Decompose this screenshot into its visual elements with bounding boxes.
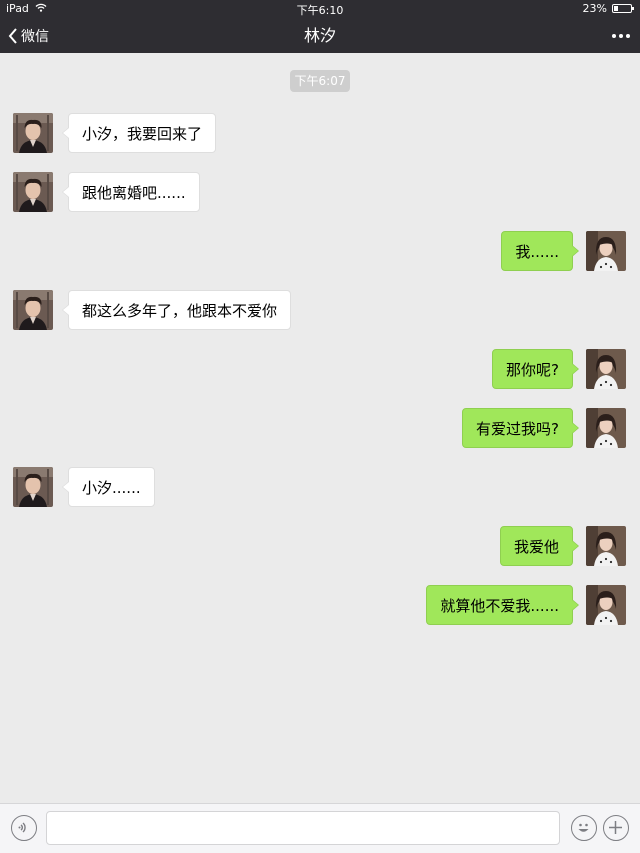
contact-avatar[interactable] [13,172,53,212]
status-time: 下午6:10 [296,4,344,17]
sent-message-bubble[interactable]: 我爱他 [499,526,580,566]
more-dot-icon [619,33,623,38]
plus-icon [609,821,622,834]
more-functions-button[interactable] [603,815,629,841]
chat-title: 林汐 [303,26,336,45]
contact-avatar[interactable] [13,113,53,153]
sent-message-bubble[interactable]: 那你呢? [492,349,579,389]
received-message-bubble[interactable]: 小汐，我要回来了 [61,113,217,153]
input-bar [0,803,640,853]
sent-message-row: 就算他不爱我...... [0,585,640,627]
received-message-row: 跟他离婚吧...... [0,172,640,214]
voice-icon [18,822,26,833]
emoji-button[interactable] [571,815,597,841]
sent-message-row: 我...... [0,231,640,273]
sent-message-bubble[interactable]: 有爱过我吗? [462,408,579,448]
battery-percent: 23% [582,2,607,15]
battery-level-fill [614,6,618,11]
nav-bar: 微信 林汐 [0,18,640,53]
sent-message-row: 那你呢? [0,349,640,391]
received-message-bubble[interactable]: 小汐...... [62,467,155,507]
voice-input-button[interactable] [11,815,37,841]
sent-message-bubble[interactable]: 我...... [501,231,579,271]
received-message-bubble[interactable]: 都这么多年了，他跟本不爱你 [61,290,292,330]
more-dot-icon [612,33,616,38]
message-timestamp: 下午6:07 [290,70,350,92]
received-message-row: 小汐，我要回来了 [0,113,640,155]
smiley-icon [578,823,589,832]
my-avatar[interactable] [586,585,626,625]
status-bar: iPad 下午6:10 23% [0,0,640,18]
my-avatar[interactable] [586,408,626,448]
my-avatar[interactable] [586,349,626,389]
my-avatar[interactable] [586,231,626,271]
more-options-button[interactable] [612,18,630,53]
sent-message-row: 我爱他 [0,526,640,568]
chat-area[interactable]: 下午6:07 小汐，我要回来了 跟他离婚吧...... 我...... 都这么多年了，… [0,53,640,803]
contact-avatar[interactable] [13,467,53,507]
my-avatar[interactable] [586,526,626,566]
sent-message-row: 有爱过我吗? [0,408,640,450]
status-right: 23% [582,2,634,15]
received-message-bubble[interactable]: 跟他离婚吧...... [62,172,200,212]
battery-icon [612,4,634,13]
more-dot-icon [626,33,630,38]
received-message-row: 小汐...... [0,467,640,509]
contact-avatar[interactable] [13,290,53,330]
message-input[interactable] [46,811,560,845]
sent-message-bubble[interactable]: 就算他不爱我...... [426,585,579,625]
received-message-row: 都这么多年了，他跟本不爱你 [0,290,640,332]
